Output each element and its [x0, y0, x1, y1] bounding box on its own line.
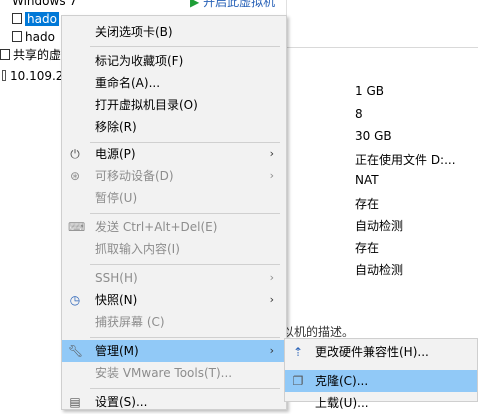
menu-settings[interactable]: ▤ 设置(S)...	[62, 391, 286, 413]
chevron-right-icon: ›	[269, 271, 274, 284]
network-value: NAT	[355, 173, 379, 187]
section-divider	[286, 47, 478, 48]
submenu-clone[interactable]: ❐ 克隆(C)...	[285, 370, 477, 392]
menu-ssh[interactable]: SSH(H) ›	[62, 267, 286, 289]
library-tree: Windows 7 hado hado 共享的虚 10.109.2	[0, 0, 77, 402]
chevron-right-icon: ›	[269, 169, 274, 182]
host-icon	[2, 70, 6, 81]
menu-rename[interactable]: 重命名(A)...	[62, 72, 286, 94]
display-value: 自动检测	[355, 263, 404, 277]
submenu-change-hw-compat[interactable]: ⇡ 更改硬件兼容性(H)...	[285, 341, 477, 363]
menu-separator	[90, 388, 280, 389]
shared-folder-icon	[0, 49, 10, 60]
menu-capture-screen[interactable]: 捕获屏幕 (C)	[62, 311, 286, 333]
menu-separator	[90, 264, 280, 265]
menu-separator	[90, 337, 280, 338]
chevron-right-icon: ›	[269, 147, 274, 160]
tree-item-remote-host[interactable]: 10.109.2	[0, 67, 63, 85]
play-icon: ▶	[190, 0, 200, 9]
snapshot-icon: ◷	[69, 293, 81, 307]
processors-value: 8	[355, 107, 363, 121]
tree-item-hado-selected[interactable]: hado	[12, 10, 59, 28]
keyboard-icon: ⌨	[68, 220, 86, 234]
printer-value: 存在	[355, 241, 380, 255]
usb-value: 存在	[355, 197, 380, 211]
menu-manage[interactable]: 🔧︎ 管理(M) ›	[62, 340, 286, 362]
menu-open-vm-dir[interactable]: 打开虚拟机目录(O)	[62, 94, 286, 116]
manage-submenu: ⇡ 更改硬件兼容性(H)... ❐ 克隆(C)... 上载(U)...	[284, 338, 478, 410]
power-icon: ⏻	[70, 147, 80, 161]
submenu-upload[interactable]: 上载(U)...	[285, 392, 477, 414]
vm-icon	[12, 13, 22, 24]
wrench-icon: 🔧︎	[68, 344, 84, 358]
menu-send-ctrl-alt-del[interactable]: ⌨ 发送 Ctrl+Alt+Del(E)	[62, 216, 286, 238]
tree-item-windows7[interactable]: Windows 7	[12, 0, 77, 10]
clone-icon: ❐	[292, 374, 304, 388]
menu-removable-devices[interactable]: ⊛ 可移动设备(D) ›	[62, 165, 286, 187]
menu-remove[interactable]: 移除(R)	[62, 116, 286, 138]
chevron-right-icon: ›	[269, 293, 274, 306]
menu-install-vmware-tools[interactable]: 安装 VMware Tools(T)...	[62, 362, 286, 384]
menu-pause[interactable]: 暂停(U)	[62, 187, 286, 209]
menu-mark-favorite[interactable]: 标记为收藏项(F)	[62, 50, 286, 72]
vm-icon	[12, 31, 22, 42]
disk-value: 30 GB	[355, 129, 392, 143]
tree-item-shared-vms[interactable]: 共享的虚	[0, 46, 61, 64]
menu-close-tab[interactable]: 关闭选项卡(B)	[62, 21, 286, 43]
sound-value: 自动检测	[355, 219, 404, 233]
power-on-action[interactable]: ▶ 开启此虚拟机	[190, 0, 275, 10]
menu-separator	[90, 213, 280, 214]
menu-snapshot[interactable]: ◷ 快照(N) ›	[62, 289, 286, 311]
menu-power[interactable]: ⏻ 电源(P) ›	[62, 143, 286, 165]
settings-icon: ▤	[69, 395, 81, 409]
chevron-right-icon: ›	[269, 344, 274, 357]
memory-value: 1 GB	[355, 84, 384, 98]
cdrom-value: 正在使用文件 D:...	[355, 153, 456, 167]
upgrade-icon: ⇡	[292, 345, 304, 359]
context-menu: 关闭选项卡(B) 标记为收藏项(F) 重命名(A)... 打开虚拟机目录(O) …	[61, 15, 287, 410]
menu-grab-input[interactable]: 抓取输入内容(I)	[62, 238, 286, 260]
menu-separator	[90, 46, 280, 47]
tree-item-hado[interactable]: hado	[12, 28, 55, 46]
removable-device-icon: ⊛	[69, 169, 81, 183]
